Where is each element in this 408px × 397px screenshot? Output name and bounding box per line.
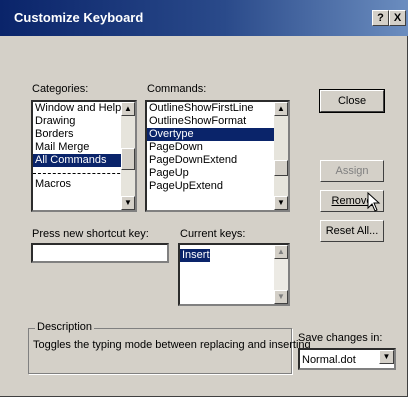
commands-list[interactable]: OutlineShowFirstLine OutlineShowFormat Ove… [145,100,290,212]
save-in-select[interactable]: Normal.dot ▼ [298,348,396,370]
help-button[interactable]: ? [372,10,389,26]
description-group: Description Toggles the typing mode betw… [28,321,311,374]
description-text: Toggles the typing mode between replacin… [33,339,311,351]
categories-item[interactable]: All Commands [33,154,135,167]
reset-all-button[interactable]: Reset All... [320,220,384,242]
current-keys-scrollbar[interactable]: ▲ ▼ [274,245,288,304]
assign-button[interactable]: Assign [320,160,384,182]
commands-label: Commands: [147,83,207,95]
shortcut-input[interactable] [31,243,169,263]
categories-scrollbar[interactable]: ▲ ▼ [121,102,135,210]
commands-item[interactable]: PageDownExtend [147,154,288,167]
commands-scrollbar[interactable]: ▲ ▼ [274,102,288,210]
close-x-button[interactable]: X [389,10,406,26]
commands-item[interactable]: OutlineShowFirstLine [147,102,288,115]
dialog-title: Customize Keyboard [14,10,144,25]
chevron-down-icon[interactable]: ▼ [379,350,394,364]
current-key-item[interactable]: Insert [180,249,210,262]
save-in-value: Normal.dot [302,354,356,366]
scroll-thumb[interactable] [274,160,288,176]
scroll-thumb[interactable] [121,148,135,170]
categories-item[interactable]: Macros [33,173,135,191]
categories-item[interactable]: Borders [33,128,135,141]
customize-keyboard-dialog: Customize Keyboard ? X Categories: Windo… [0,0,408,397]
scroll-up-icon[interactable]: ▲ [274,102,288,116]
shortcut-label: Press new shortcut key: [32,228,149,240]
categories-list[interactable]: Window and Help Drawing Borders Mail Merge A… [31,100,137,212]
scroll-down-icon[interactable]: ▼ [121,196,135,210]
categories-label: Categories: [32,83,89,95]
commands-item[interactable]: Overtype [147,128,288,141]
commands-item[interactable]: PageDown [147,141,288,154]
save-in-label: Save changes in: [298,332,383,344]
current-keys-label: Current keys: [180,228,246,240]
close-button[interactable]: Close [319,89,385,113]
commands-item[interactable]: PageUp [147,167,288,180]
categories-item[interactable]: Window and Help [33,102,135,115]
scroll-down-icon[interactable]: ▼ [274,290,288,304]
scroll-down-icon[interactable]: ▼ [274,196,288,210]
scroll-up-icon[interactable]: ▲ [274,245,288,259]
categories-item[interactable]: Mail Merge [33,141,135,154]
description-legend: Description [35,321,95,333]
categories-item[interactable]: Drawing [33,115,135,128]
current-keys-list[interactable]: Insert ▲ ▼ [178,243,290,306]
commands-item[interactable]: OutlineShowFormat [147,115,288,128]
commands-item[interactable]: PageUpExtend [147,180,288,193]
mouse-pointer-icon [367,192,381,212]
scroll-up-icon[interactable]: ▲ [121,102,135,116]
title-bar: Customize Keyboard ? X [0,0,408,36]
